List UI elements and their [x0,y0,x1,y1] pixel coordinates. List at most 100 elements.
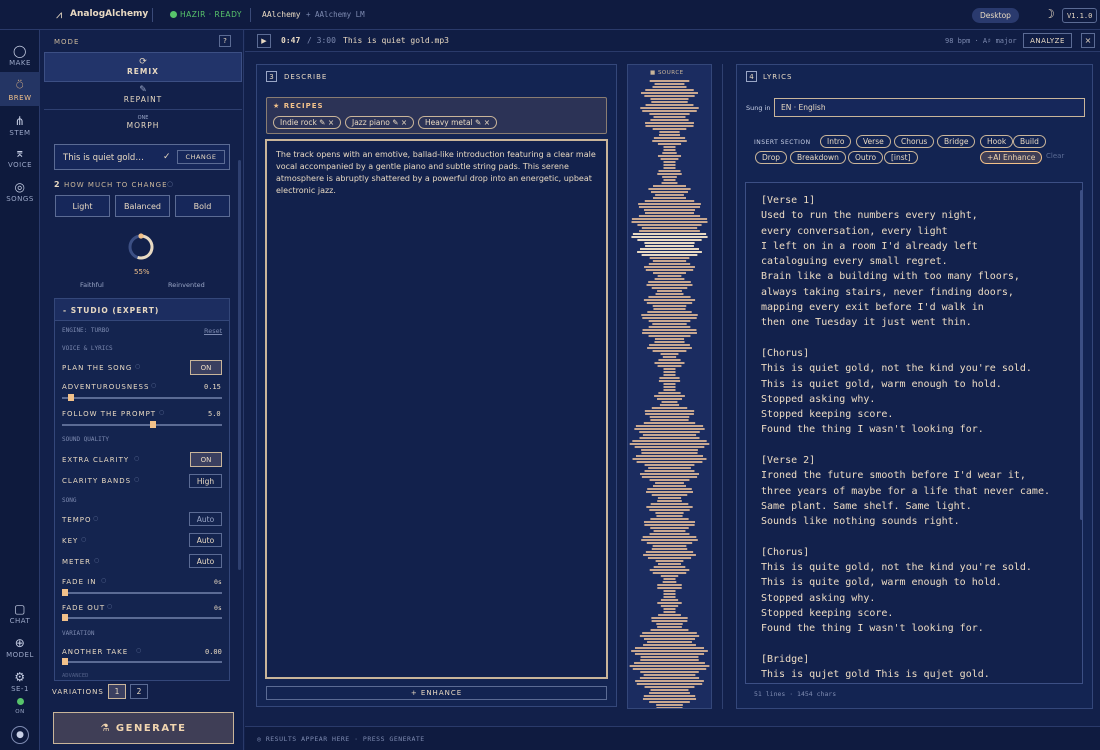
waveform-bar [663,146,676,148]
slider-knob[interactable] [150,421,156,428]
plan-toggle[interactable]: ON [190,360,222,375]
rail-item-chat[interactable]: ▢ CHAT [0,602,40,625]
key-select[interactable]: Auto [189,533,222,547]
rail-item-make[interactable]: ◯ MAKE [0,44,40,67]
option-bold[interactable]: Bold [175,195,230,217]
slider-knob[interactable] [62,589,68,596]
slider-knob[interactable] [62,658,68,665]
waveform-bar [659,404,680,406]
waveform-bar [651,287,688,289]
project-name[interactable]: AAlchemy [262,10,301,19]
waveform-bar [631,650,708,652]
play-button[interactable]: ▶ [257,34,271,48]
section-chip-outro[interactable]: Outro [848,151,884,164]
change-button[interactable]: CHANGE [177,150,225,164]
waveform-bar [642,434,697,436]
waveform-bar [645,104,694,106]
rail-item-songs[interactable]: ◎ SONGS [0,180,40,203]
slider-knob[interactable] [62,614,68,621]
enhance-button[interactable]: + ENHANCE [266,686,607,700]
section-chip-chorus[interactable]: Chorus [894,135,935,148]
bands-select[interactable]: High [189,474,222,488]
waveform[interactable] [628,80,711,708]
waveform-bar [652,572,687,574]
section-chip-hook[interactable]: Hook [980,135,1014,148]
generate-button[interactable]: ⚗ GENERATE [53,712,234,744]
waveform-bar [640,659,699,661]
studio-header[interactable]: - STUDIO (EXPERT) [55,299,229,321]
rail-item-voice[interactable]: ⌆ VOICE [0,146,40,169]
left-scrollbar[interactable] [238,160,241,570]
section-chip-breakdown[interactable]: Breakdown [790,151,846,164]
lyrics-editor[interactable]: [Verse 1] Used to run the numbers every n… [745,182,1083,684]
variations-label: VARIATIONS [52,688,104,696]
waveform-bar [661,401,678,403]
waveform-bar [650,629,689,631]
close-button[interactable]: × [1081,33,1095,48]
avatar[interactable]: ● [11,726,29,744]
variation-2[interactable]: 2 [130,684,148,699]
section-chip-verse[interactable]: Verse [856,135,891,148]
change-dial[interactable] [126,232,156,262]
waveform-bar [653,566,686,568]
waveform-bar [657,602,682,604]
help-button[interactable]: ? [219,35,231,47]
option-light[interactable]: Light [55,195,110,217]
description-textarea[interactable]: The track opens with an emotive, ballad-… [265,139,608,679]
slider-knob[interactable] [68,394,74,401]
mode-repaint[interactable]: ✎ REPAINT [44,82,242,110]
recipe-chip[interactable]: Heavy metal ✎ × [418,116,497,129]
stem-icon: ⋔ [14,114,26,128]
section-chip-drop[interactable]: Drop [755,151,788,164]
waveform-bar [642,317,697,319]
section-chip-build[interactable]: Build [1013,135,1046,148]
reset-link[interactable]: Reset [204,327,222,335]
tempo-info-icon: ○ [93,515,99,522]
rail-item-model[interactable]: ⊕ MODEL [0,636,40,659]
waveform-bar [654,395,685,397]
ai-enhance-button[interactable]: +AI Enhance [980,151,1043,164]
select-value: Auto [196,535,215,545]
mode-remix[interactable]: ⟳ REMIX [44,52,242,82]
key-info-icon: ○ [81,536,87,543]
waveform-bar [652,305,687,307]
rail-item-brew[interactable]: ⍥ BREW [0,72,40,106]
waveform-bar [652,545,687,547]
moon-icon[interactable]: ☽ [1044,7,1055,21]
clarity-toggle[interactable]: ON [190,452,222,467]
recipe-chip[interactable]: Indie rock ✎ × [273,116,342,129]
rail-item-stem[interactable]: ⋔ STEM [0,114,40,137]
section-chip-intro[interactable]: Intro [820,135,852,148]
clear-button[interactable]: Clear [1046,152,1064,160]
lyric-line [761,530,1050,545]
variation-1[interactable]: 1 [108,684,126,699]
recipe-chip[interactable]: Jazz piano ✎ × [345,116,415,129]
waveform-bar [653,530,686,532]
waveform-bar [645,89,694,91]
waveform-bar [632,668,707,670]
tempo-input[interactable]: Auto [189,512,222,526]
waveform-bar [632,233,707,235]
rail-item-se1[interactable]: ⚙ SE-1 [0,670,40,693]
describe-title: DESCRIBE [284,73,328,81]
analyze-button[interactable]: ANALYZE [1023,33,1072,48]
desktop-badge[interactable]: Desktop [972,8,1019,23]
variation-label: 2 [136,687,142,696]
option-balanced[interactable]: Balanced [115,195,170,217]
mode-morph[interactable]: ONE MORPH [44,111,242,139]
language-select[interactable]: EN · English [774,98,1085,117]
waveform-bar [648,188,691,190]
section-chip-inst[interactable]: [inst] [884,151,918,164]
waveform-bar [631,218,708,220]
section-chip-bridge[interactable]: Bridge [937,135,976,148]
follow-slider[interactable] [62,421,222,428]
meter-select[interactable]: Auto [189,554,222,568]
waveform-bar [629,443,710,445]
lyrics-scrollbar[interactable] [1080,190,1083,520]
adventure-slider[interactable] [62,394,222,401]
waveform-bar [640,248,699,250]
take-slider[interactable] [62,658,222,665]
fadeout-slider[interactable] [62,614,222,621]
fadein-slider[interactable] [62,589,222,596]
waveform-bar [643,644,696,646]
